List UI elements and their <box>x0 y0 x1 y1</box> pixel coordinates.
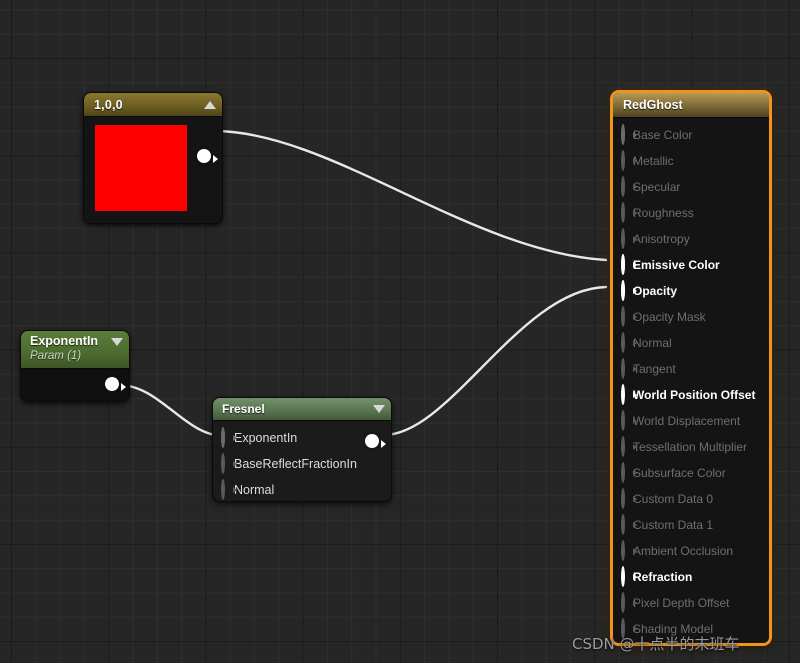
node-exponent-subtitle: Param (1) <box>30 350 82 362</box>
pin-custom-data-0-icon[interactable] <box>621 488 637 509</box>
result-input-label: Specular <box>633 180 681 194</box>
pin-base-color-icon[interactable] <box>621 124 637 145</box>
result-input-label: World Position Offset <box>633 388 756 402</box>
node-fresnel-title: Fresnel <box>222 402 265 416</box>
node-fresnel[interactable]: Fresnel ExponentIn BaseReflectFractionIn <box>212 397 392 502</box>
result-input-row[interactable]: Custom Data 1 <box>613 512 769 538</box>
result-input-row[interactable]: Tangent <box>613 356 769 382</box>
result-input-row[interactable]: Anisotropy <box>613 226 769 252</box>
result-input-row[interactable]: Tessellation Multiplier <box>613 434 769 460</box>
result-input-label: Anisotropy <box>633 232 690 246</box>
material-graph-canvas[interactable]: 1,0,0 ExponentIn Param (1) Fresnel Expon… <box>0 0 800 663</box>
pin-specular-icon[interactable] <box>621 176 637 197</box>
pin-metallic-icon[interactable] <box>621 150 637 171</box>
result-input-row[interactable]: World Position Offset <box>613 382 769 408</box>
pin-basereflectfractionin-icon[interactable] <box>221 453 237 474</box>
result-input-row[interactable]: Base Color <box>613 122 769 148</box>
color-swatch-preview[interactable] <box>95 125 187 211</box>
result-input-row[interactable]: Roughness <box>613 200 769 226</box>
wire-constant-to-emissive <box>212 129 608 262</box>
node-constant-body <box>84 117 222 223</box>
result-input-row[interactable]: Specular <box>613 174 769 200</box>
fresnel-output-arrow-icon <box>381 440 386 448</box>
pin-tessellation-multiplier-icon[interactable] <box>621 436 637 457</box>
result-input-label: Tangent <box>633 362 676 376</box>
result-input-label: Ambient Occlusion <box>633 544 734 558</box>
pin-pixel-depth-offset-icon[interactable] <box>621 592 637 613</box>
node-constant-title: 1,0,0 <box>94 97 123 112</box>
result-input-label: Base Color <box>633 128 693 142</box>
result-input-row[interactable]: Normal <box>613 330 769 356</box>
result-input-label: World Displacement <box>633 414 741 428</box>
pin-refraction-icon[interactable] <box>621 566 637 587</box>
result-input-row[interactable]: Pixel Depth Offset <box>613 590 769 616</box>
pin-exponentin-icon[interactable] <box>221 427 237 448</box>
result-input-row[interactable]: Metallic <box>613 148 769 174</box>
fresnel-output-pin[interactable] <box>365 434 379 448</box>
result-input-label: Roughness <box>633 206 694 220</box>
node-constant-title-bar[interactable]: 1,0,0 <box>84 93 222 117</box>
result-input-label: Subsurface Color <box>633 466 726 480</box>
exponent-output-pin[interactable] <box>105 377 119 391</box>
triangle-down-icon[interactable] <box>111 338 123 346</box>
wire-fresnel-to-opacity <box>382 285 608 437</box>
result-input-row[interactable]: Custom Data 0 <box>613 486 769 512</box>
triangle-up-icon[interactable] <box>204 100 216 109</box>
node-fresnel-title-bar[interactable]: Fresnel <box>213 398 391 421</box>
node-exponent-body <box>21 369 129 401</box>
exponent-output-arrow-icon <box>121 383 126 391</box>
result-input-label: Custom Data 0 <box>633 492 714 506</box>
watermark-text: CSDN @十点半的末班车 <box>572 635 740 653</box>
result-input-label: Metallic <box>633 154 674 168</box>
node-exponent-title: ExponentIn <box>30 334 99 348</box>
pin-world-position-offset-icon[interactable] <box>621 384 637 405</box>
pin-subsurface-color-icon[interactable] <box>621 462 637 483</box>
pin-opacity-mask-icon[interactable] <box>621 306 637 327</box>
fresnel-input-label: ExponentIn <box>234 431 298 445</box>
result-input-label: Normal <box>633 336 672 350</box>
node-fresnel-body: ExponentIn BaseReflectFractionIn Normal <box>213 421 391 501</box>
fresnel-input-row[interactable]: Normal <box>213 477 391 501</box>
result-input-row[interactable]: Ambient Occlusion <box>613 538 769 564</box>
fresnel-input-label: BaseReflectFractionIn <box>234 457 357 471</box>
pin-emissive-color-icon[interactable] <box>621 254 637 275</box>
fresnel-input-row[interactable]: BaseReflectFractionIn <box>213 451 391 477</box>
result-input-row[interactable]: Refraction <box>613 564 769 590</box>
triangle-down-icon[interactable] <box>373 405 385 413</box>
node-redghost-title: RedGhost <box>623 98 683 112</box>
pin-ambient-occlusion-icon[interactable] <box>621 540 637 561</box>
result-input-row[interactable]: World Displacement <box>613 408 769 434</box>
node-exponent-title-bar[interactable]: ExponentIn Param (1) <box>21 331 129 369</box>
node-constant-color[interactable]: 1,0,0 <box>83 92 223 224</box>
pin-normal-icon[interactable] <box>621 332 637 353</box>
result-input-label: Tessellation Multiplier <box>633 440 748 454</box>
node-material-result[interactable]: RedGhost Base Color Metallic Specular Rough… <box>610 90 772 646</box>
result-input-row[interactable]: Opacity Mask <box>613 304 769 330</box>
pin-roughness-icon[interactable] <box>621 202 637 223</box>
node-redghost-input-list: Base Color Metallic Specular Roughness Aniso… <box>613 118 769 643</box>
constant-output-arrow-icon <box>213 155 218 163</box>
result-input-label: Emissive Color <box>633 258 720 272</box>
wire-exponent-to-fresnel <box>117 383 226 438</box>
result-input-row[interactable]: Subsurface Color <box>613 460 769 486</box>
result-input-label: Custom Data 1 <box>633 518 714 532</box>
node-exponent-param[interactable]: ExponentIn Param (1) <box>20 330 130 402</box>
pin-normal-icon[interactable] <box>221 479 237 500</box>
pin-tangent-icon[interactable] <box>621 358 637 379</box>
result-input-label: Opacity Mask <box>633 310 706 324</box>
pin-opacity-icon[interactable] <box>621 280 637 301</box>
pin-custom-data-1-icon[interactable] <box>621 514 637 535</box>
result-input-label: Pixel Depth Offset <box>633 596 730 610</box>
constant-output-pin[interactable] <box>197 149 211 163</box>
node-exponent-title-stack: ExponentIn Param (1) <box>30 334 111 368</box>
fresnel-input-label: Normal <box>234 483 275 497</box>
pin-world-displacement-icon[interactable] <box>621 410 637 431</box>
result-input-label: Opacity <box>633 284 678 298</box>
result-input-row[interactable]: Opacity <box>613 278 769 304</box>
pin-anisotropy-icon[interactable] <box>621 228 637 249</box>
result-input-row[interactable]: Emissive Color <box>613 252 769 278</box>
node-redghost-title-bar[interactable]: RedGhost <box>613 93 769 118</box>
result-input-label: Refraction <box>633 570 693 584</box>
